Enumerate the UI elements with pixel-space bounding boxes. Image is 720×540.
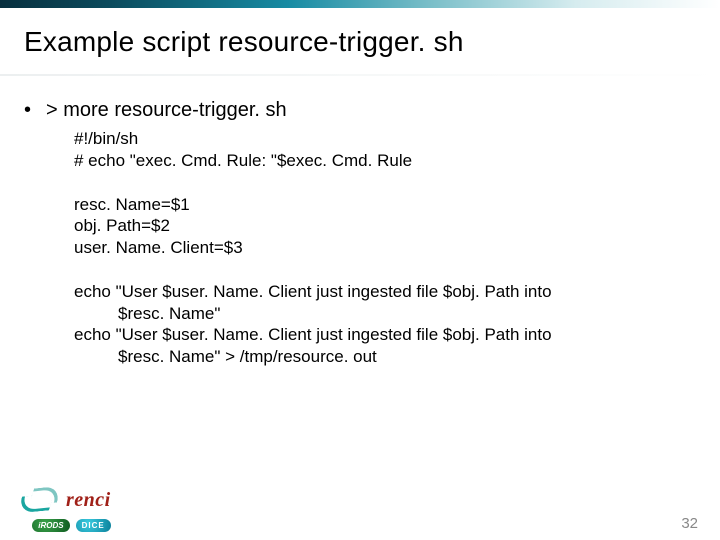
dice-badge: DICE <box>76 519 111 532</box>
footer-logos: renci iRODS DICE <box>14 485 111 532</box>
code-block-2: resc. Name=$1 obj. Path=$2 user. Name. C… <box>74 194 696 259</box>
footer-badges: iRODS DICE <box>32 519 110 532</box>
code-block-1: #!/bin/sh # echo "exec. Cmd. Rule: "$exe… <box>74 128 696 172</box>
code-line-indent: $resc. Name" <box>74 303 696 325</box>
page-number: 32 <box>681 515 698 532</box>
bullet-item: • > more resource-trigger. sh <box>24 98 696 122</box>
code-line: echo "User $user. Name. Client just inge… <box>74 281 696 303</box>
code-line: obj. Path=$2 <box>74 215 696 237</box>
renci-text: renci <box>66 489 111 512</box>
top-accent-bar <box>0 0 720 8</box>
slide: Example script resource-trigger. sh • > … <box>0 0 720 540</box>
code-block-3: echo "User $user. Name. Client just inge… <box>74 281 696 368</box>
code-line-indent: $resc. Name" > /tmp/resource. out <box>74 346 696 368</box>
slide-title: Example script resource-trigger. sh <box>0 8 720 68</box>
irods-badge: iRODS <box>32 519 69 532</box>
bullet-marker: • <box>24 98 46 122</box>
code-line: echo "User $user. Name. Client just inge… <box>74 324 696 346</box>
slide-content: • > more resource-trigger. sh #!/bin/sh … <box>0 76 720 368</box>
renci-swoosh-icon <box>16 485 62 515</box>
renci-logo: renci <box>16 485 111 515</box>
bullet-text: > more resource-trigger. sh <box>46 98 287 122</box>
code-line: user. Name. Client=$3 <box>74 237 696 259</box>
code-line: #!/bin/sh <box>74 128 696 150</box>
code-line: # echo "exec. Cmd. Rule: "$exec. Cmd. Ru… <box>74 150 696 172</box>
footer: renci iRODS DICE 32 <box>0 485 720 532</box>
code-line: resc. Name=$1 <box>74 194 696 216</box>
code-block: #!/bin/sh # echo "exec. Cmd. Rule: "$exe… <box>24 128 696 368</box>
